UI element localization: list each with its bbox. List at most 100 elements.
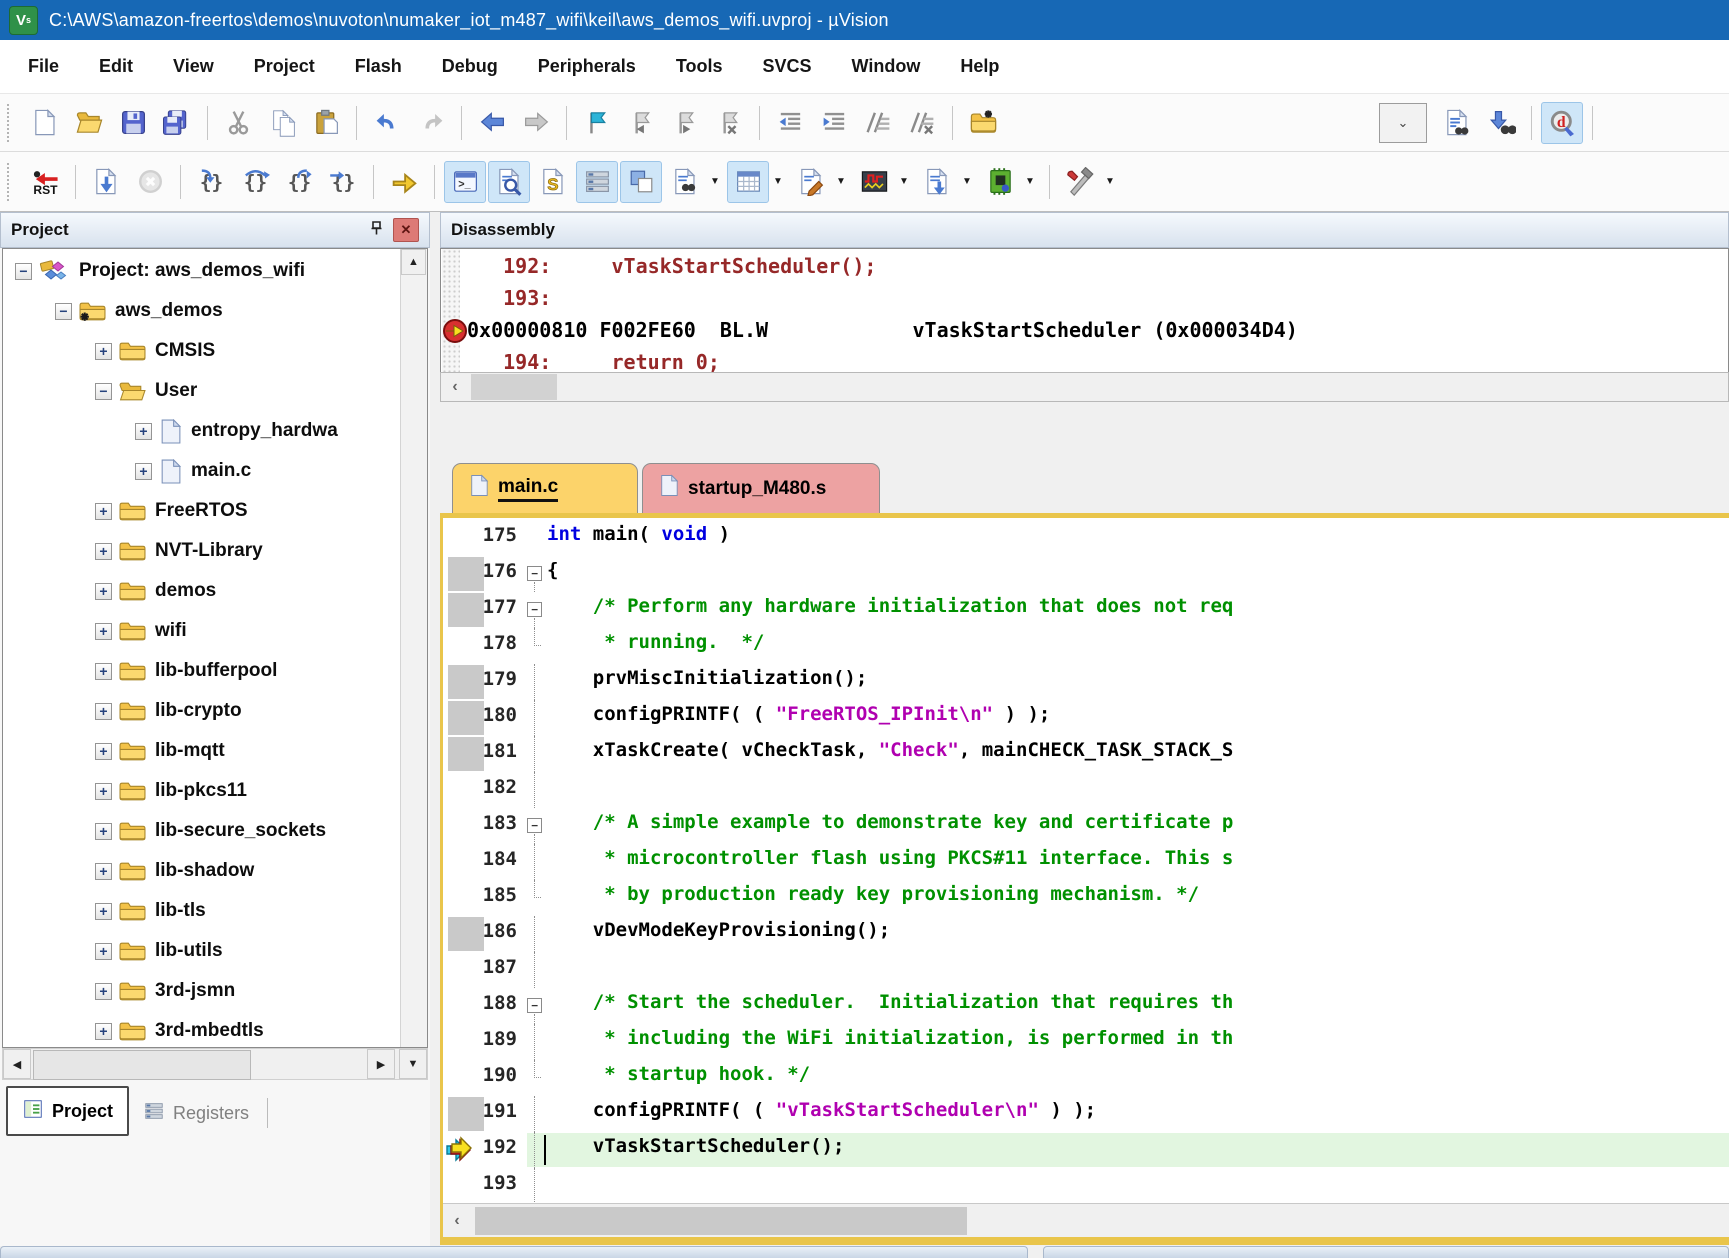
disassembly-content[interactable]: 192: vTaskStartScheduler(); 193:0x000008… [440,248,1729,372]
scroll-down-icon[interactable]: ▼ [399,1049,427,1079]
run-button[interactable] [85,161,127,203]
disassembly-horizontal-scrollbar[interactable]: ‹ [440,372,1729,402]
menu-peripherals[interactable]: Peripherals [518,56,656,77]
collapse-icon[interactable]: − [55,303,72,320]
scroll-up-icon[interactable]: ▲ [401,249,426,275]
file-search-combobox[interactable]: ⌄ [1379,103,1427,143]
disassembly-line[interactable]: 0x00000810 F002FE60 BL.W vTaskStartSched… [441,316,1728,348]
code-line-192[interactable]: 192 vTaskStartScheduler(); [443,1132,1729,1168]
code-line-186[interactable]: 186 vDevModeKeyProvisioning(); [443,916,1729,952]
analysis-window-button[interactable] [853,161,895,203]
disassembly-hscroll-thumb[interactable] [471,374,557,400]
tree-item-3rd-mbedtls[interactable]: +3rd-mbedtls [95,1011,264,1048]
serial-window-dropdown-icon[interactable]: ▼ [833,162,849,202]
tree-item-lib-tls[interactable]: +lib-tls [95,891,206,931]
run-to-cursor-button[interactable]: {} [322,161,364,203]
menu-window[interactable]: Window [832,56,941,77]
memory-window-button[interactable] [727,161,769,203]
tree-item-lib-utils[interactable]: +lib-utils [95,931,223,971]
disassembly-line[interactable]: 194: return 0; [441,348,1728,372]
indent-selection-button[interactable] [813,102,855,144]
expand-icon[interactable]: + [95,1023,112,1040]
code-line-181[interactable]: 181 xTaskCreate( vCheckTask, "Check", ma… [443,736,1729,772]
code-line-189[interactable]: 189 * including the WiFi initialization,… [443,1024,1729,1060]
code-line-180[interactable]: 180 configPRINTF( ( "FreeRTOS_IPInit\n" … [443,700,1729,736]
expand-icon[interactable]: + [95,943,112,960]
toolbar-grip[interactable] [7,163,14,201]
expand-icon[interactable]: + [135,423,152,440]
expand-icon[interactable]: + [95,503,112,520]
system-viewer-button[interactable] [979,161,1021,203]
code-line-190[interactable]: 190 * startup hook. */ [443,1060,1729,1096]
tree-item-lib-bufferpool[interactable]: +lib-bufferpool [95,651,277,691]
command-window-button[interactable]: >_ [444,161,486,203]
reset-cpu-button[interactable]: RST [24,161,66,203]
tree-item-entropy-hardwa[interactable]: +entropy_hardwa [135,411,338,451]
disassembly-window-button[interactable] [488,161,530,203]
expand-icon[interactable]: + [95,823,112,840]
save-all-button[interactable] [156,102,198,144]
code-line-176[interactable]: 176−{ [443,556,1729,592]
expand-icon[interactable]: + [95,903,112,920]
menu-debug[interactable]: Debug [422,56,518,77]
menu-view[interactable]: View [153,56,234,77]
fold-collapse-icon[interactable]: − [527,808,542,844]
previous-bookmark-button[interactable] [620,102,662,144]
step-over-button[interactable]: {} [234,161,276,203]
editor-hscroll-thumb[interactable] [475,1207,967,1235]
expand-icon[interactable]: + [95,983,112,1000]
code-line-188[interactable]: 188− /* Start the scheduler. Initializat… [443,988,1729,1024]
step-out-button[interactable]: {} [278,161,320,203]
expand-icon[interactable]: + [135,463,152,480]
code-line-193[interactable]: 193 [443,1168,1729,1203]
code-line-183[interactable]: 183− /* A simple example to demonstrate … [443,808,1729,844]
menu-flash[interactable]: Flash [335,56,422,77]
tree-item-main-c[interactable]: +main.c [135,451,251,491]
disassembly-line[interactable]: 193: [441,284,1728,316]
registers-window-button[interactable] [576,161,618,203]
tree-vertical-scrollbar[interactable]: ▲ [400,249,427,1047]
tree-item-user[interactable]: −User [95,371,197,411]
expand-icon[interactable]: + [95,583,112,600]
memory-window-dropdown-icon[interactable]: ▼ [770,162,786,202]
menu-help[interactable]: Help [940,56,1019,77]
expand-icon[interactable]: + [95,783,112,800]
step-button[interactable]: {} [190,161,232,203]
code-line-179[interactable]: 179 prvMiscInitialization(); [443,664,1729,700]
copy-button[interactable] [261,102,303,144]
tree-item-freertos[interactable]: +FreeRTOS [95,491,248,531]
tab-project[interactable]: Project [6,1086,129,1136]
expand-icon[interactable]: + [95,863,112,880]
trace-window-dropdown-icon[interactable]: ▼ [959,162,975,202]
tree-item-wifi[interactable]: +wifi [95,611,187,651]
watch-window-dropdown-icon[interactable]: ▼ [707,162,723,202]
menu-project[interactable]: Project [234,56,335,77]
next-bookmark-button[interactable] [664,102,706,144]
undo-button[interactable] [366,102,408,144]
expand-icon[interactable]: + [95,343,112,360]
code-line-185[interactable]: 185 * by production ready key provisioni… [443,880,1729,916]
tree-item-3rd-jsmn[interactable]: +3rd-jsmn [95,971,235,1011]
fold-collapse-icon[interactable]: − [527,556,542,592]
navigate-forward-button[interactable] [515,102,557,144]
scroll-left-icon[interactable]: ‹ [441,373,469,401]
show-next-statement-button[interactable] [383,161,425,203]
code-line-184[interactable]: 184 * microcontroller flash using PKCS#1… [443,844,1729,880]
fold-collapse-icon[interactable]: − [527,988,542,1024]
tree-item-lib-crypto[interactable]: +lib-crypto [95,691,242,731]
paste-button[interactable] [305,102,347,144]
tree-horizontal-scrollbar[interactable]: ◀ ▶ ▼ [2,1048,428,1080]
menu-edit[interactable]: Edit [79,56,153,77]
configure-flash-tools-button[interactable] [962,102,1004,144]
tab-registers[interactable]: Registers [129,1090,263,1136]
analysis-window-dropdown-icon[interactable]: ▼ [896,162,912,202]
symbols-window-button[interactable]: S [532,161,574,203]
collapse-icon[interactable]: − [95,383,112,400]
tree-hscroll-thumb[interactable] [33,1050,251,1080]
scroll-left-icon[interactable]: ‹ [443,1207,471,1235]
new-file-button[interactable] [24,102,66,144]
clear-bookmarks-button[interactable] [708,102,750,144]
editor-horizontal-scrollbar[interactable]: ‹ [443,1203,1729,1238]
system-viewer-dropdown-icon[interactable]: ▼ [1022,162,1038,202]
insert-bookmark-button[interactable] [576,102,618,144]
